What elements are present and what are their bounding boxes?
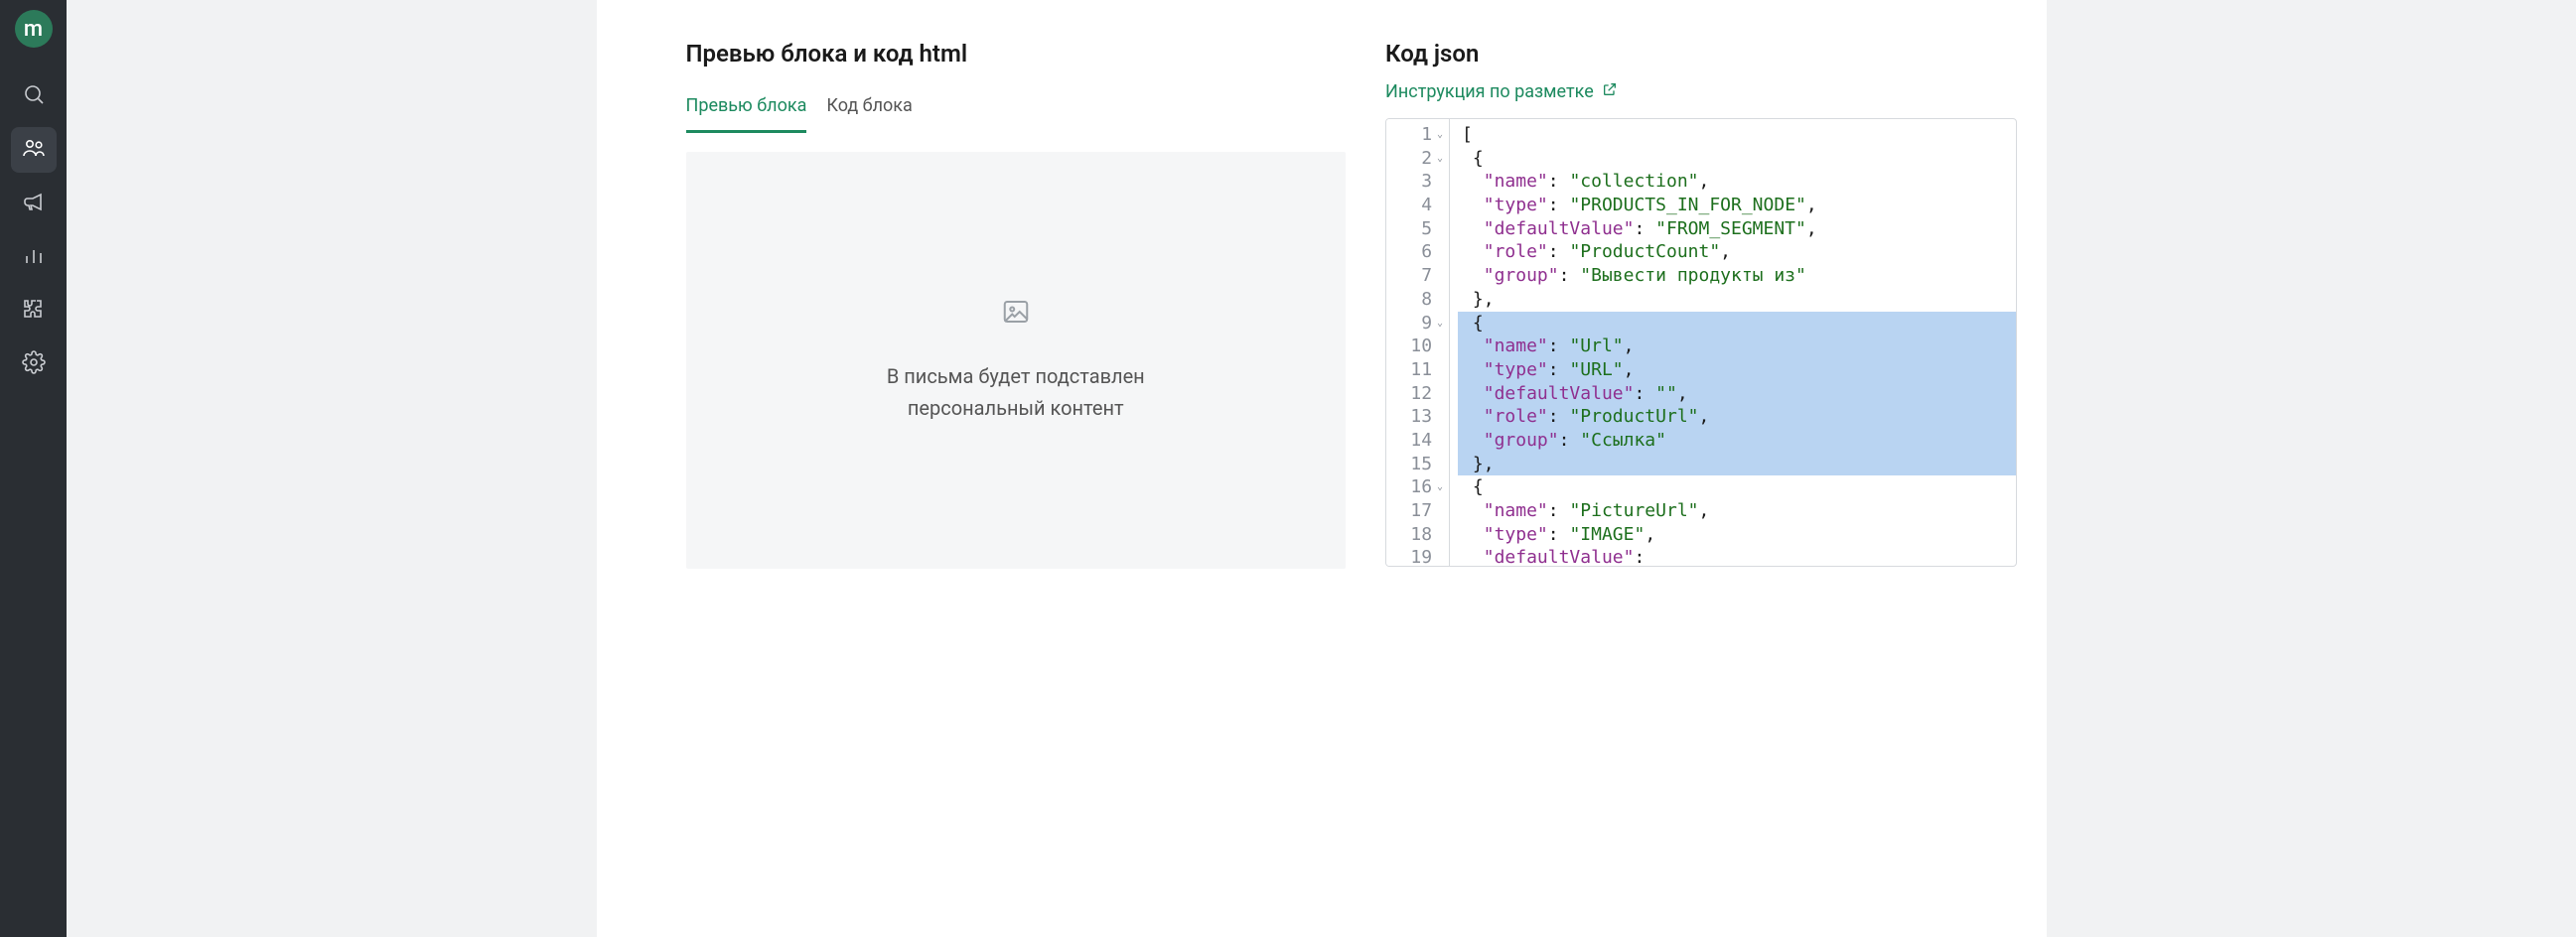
- gutter-line: 14: [1398, 429, 1443, 453]
- nav-integrations[interactable]: [11, 288, 57, 334]
- gutter-line: 2⌄: [1398, 147, 1443, 171]
- json-section-title: Код json: [1385, 40, 2016, 67]
- code-line[interactable]: "name": "Url",: [1458, 335, 2015, 358]
- page-title: Превью блока и код html: [686, 40, 1347, 67]
- code-line[interactable]: {: [1458, 147, 2015, 171]
- nav-campaigns[interactable]: [11, 181, 57, 226]
- code-line[interactable]: "name": "PictureUrl",: [1458, 499, 2015, 523]
- bar-chart-icon: [22, 243, 46, 271]
- preview-text-line2: персональный контент: [887, 392, 1145, 424]
- tab-label: Код блока: [826, 95, 912, 116]
- code-line[interactable]: [: [1458, 123, 2015, 147]
- image-icon: [1001, 297, 1031, 360]
- gutter-line: 6: [1398, 240, 1443, 264]
- gutter-line: 1⌄: [1398, 123, 1443, 147]
- nav-settings[interactable]: [11, 341, 57, 387]
- preview-column: Превью блока и код html Превью блока Код…: [686, 0, 1347, 937]
- gutter-line: 19: [1398, 546, 1443, 567]
- code-line[interactable]: "type": "URL",: [1458, 358, 2015, 382]
- json-editor[interactable]: 1⌄2⌄3456789⌄10111213141516⌄171819 [ { "n…: [1385, 118, 2016, 567]
- json-docs-link[interactable]: Инструкция по разметке: [1385, 81, 1618, 102]
- json-column: Код json Инструкция по разметке 1⌄2⌄3456…: [1385, 0, 2046, 937]
- main: Превью блока и код html Превью блока Код…: [67, 0, 2576, 937]
- people-icon: [22, 136, 46, 164]
- tab-code[interactable]: Код блока: [826, 95, 912, 133]
- gutter-line: 15: [1398, 453, 1443, 476]
- preview-placeholder: В письма будет подставлен персональный к…: [686, 152, 1347, 569]
- megaphone-icon: [22, 190, 46, 217]
- gutter-line: 13: [1398, 405, 1443, 429]
- gear-icon: [22, 350, 46, 378]
- gutter-line: 12: [1398, 382, 1443, 406]
- page: Превью блока и код html Превью блока Код…: [597, 0, 2047, 937]
- external-link-icon: [1602, 81, 1618, 102]
- logo-letter: m: [24, 17, 43, 42]
- tabs: Превью блока Код блока: [686, 95, 1347, 134]
- nav-analytics[interactable]: [11, 234, 57, 280]
- gutter-line: 16⌄: [1398, 475, 1443, 499]
- code-line[interactable]: "group": "Ссылка": [1458, 429, 2015, 453]
- code-line[interactable]: {: [1458, 475, 2015, 499]
- preview-text: В письма будет подставлен персональный к…: [887, 360, 1145, 424]
- gutter-line: 3: [1398, 170, 1443, 194]
- gutter-line: 17: [1398, 499, 1443, 523]
- code-line[interactable]: "role": "ProductUrl",: [1458, 405, 2015, 429]
- puzzle-icon: [22, 297, 46, 325]
- code-line[interactable]: "defaultValue":: [1458, 546, 2015, 566]
- code-line[interactable]: "type": "IMAGE",: [1458, 523, 2015, 547]
- json-docs-link-text: Инструкция по разметке: [1385, 81, 1594, 102]
- code-line[interactable]: "group": "Вывести продукты из": [1458, 264, 2015, 288]
- gutter-line: 8: [1398, 288, 1443, 312]
- gutter-line: 11: [1398, 358, 1443, 382]
- editor-code[interactable]: [ { "name": "collection", "type": "PRODU…: [1450, 119, 2015, 566]
- code-line[interactable]: "role": "ProductCount",: [1458, 240, 2015, 264]
- tab-preview[interactable]: Превью блока: [686, 95, 807, 133]
- code-line[interactable]: },: [1458, 453, 2015, 476]
- search-icon: [22, 82, 46, 110]
- code-line[interactable]: "type": "PRODUCTS_IN_FOR_NODE",: [1458, 194, 2015, 217]
- preview-text-line1: В письма будет подставлен: [887, 360, 1145, 392]
- code-line[interactable]: },: [1458, 288, 2015, 312]
- editor-gutter: 1⌄2⌄3456789⌄10111213141516⌄171819: [1386, 119, 1450, 566]
- code-line[interactable]: {: [1458, 312, 2015, 335]
- tab-label: Превью блока: [686, 95, 807, 116]
- code-line[interactable]: "name": "collection",: [1458, 170, 2015, 194]
- gutter-line: 10: [1398, 335, 1443, 358]
- gutter-line: 9⌄: [1398, 312, 1443, 335]
- gutter-line: 4: [1398, 194, 1443, 217]
- code-line[interactable]: "defaultValue": "",: [1458, 382, 2015, 406]
- nav-people[interactable]: [11, 127, 57, 173]
- sidebar: m: [0, 0, 67, 937]
- gutter-line: 7: [1398, 264, 1443, 288]
- gutter-line: 18: [1398, 523, 1443, 547]
- nav-search[interactable]: [11, 73, 57, 119]
- gutter-line: 5: [1398, 217, 1443, 241]
- code-line[interactable]: "defaultValue": "FROM_SEGMENT",: [1458, 217, 2015, 241]
- app-logo[interactable]: m: [15, 10, 53, 48]
